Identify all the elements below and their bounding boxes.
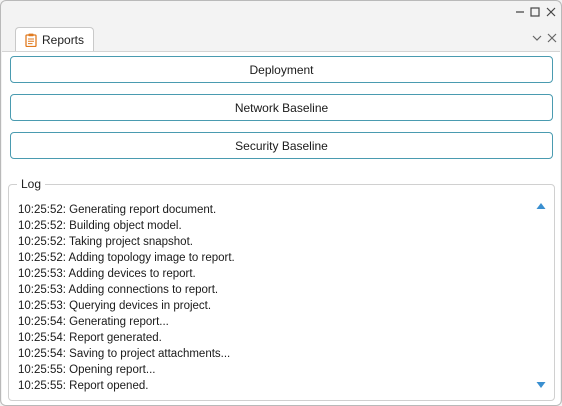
- tab-reports-label: Reports: [42, 32, 85, 47]
- security-baseline-button[interactable]: Security Baseline: [10, 132, 553, 159]
- log-line: 10:25:52: Building object model.: [18, 220, 182, 232]
- log-line: 10:25:55: Opening report...: [18, 364, 156, 376]
- log-line: 10:25:52: Taking project snapshot.: [18, 236, 193, 248]
- log-line: 10:25:53: Adding devices to report.: [18, 268, 196, 280]
- log-line: 10:25:54: Report generated.: [18, 332, 162, 344]
- log-line: 10:25:55: Report opened.: [18, 380, 149, 392]
- tab-strip: Reports: [1, 25, 561, 51]
- log-line: 10:25:54: Generating report...: [18, 316, 169, 328]
- log-group: Log 10:25:52: Generating report document…: [8, 177, 555, 401]
- log-line: 10:25:52: Adding topology image to repor…: [18, 252, 235, 264]
- clipboard-icon: [25, 33, 37, 47]
- tab-reports[interactable]: Reports: [15, 27, 94, 51]
- log-line: 10:25:53: Querying devices in project.: [18, 300, 212, 312]
- scroll-up-icon[interactable]: [536, 202, 546, 210]
- tab-menu-chevron-icon[interactable]: [531, 32, 543, 44]
- network-baseline-button[interactable]: Network Baseline: [10, 94, 553, 121]
- minimize-icon[interactable]: [513, 5, 527, 19]
- log-line: 10:25:53: Adding connections to report.: [18, 284, 219, 296]
- reports-window: Reports Deployment Network Baseline Secu…: [0, 0, 562, 406]
- deployment-button[interactable]: Deployment: [10, 56, 553, 83]
- tab-close-icon[interactable]: [546, 32, 558, 44]
- close-icon[interactable]: [544, 5, 558, 19]
- scroll-down-icon[interactable]: [536, 381, 546, 389]
- log-label: Log: [17, 177, 46, 191]
- maximize-icon[interactable]: [528, 5, 542, 19]
- log-line: 10:25:52: Generating report document.: [18, 204, 217, 216]
- title-bar: [1, 1, 561, 25]
- reports-panel: Deployment Network Baseline Security Bas…: [2, 51, 560, 405]
- log-line: 10:25:54: Saving to project attachments.…: [18, 348, 231, 360]
- log-output: 10:25:52: Generating report document. 10…: [18, 202, 518, 394]
